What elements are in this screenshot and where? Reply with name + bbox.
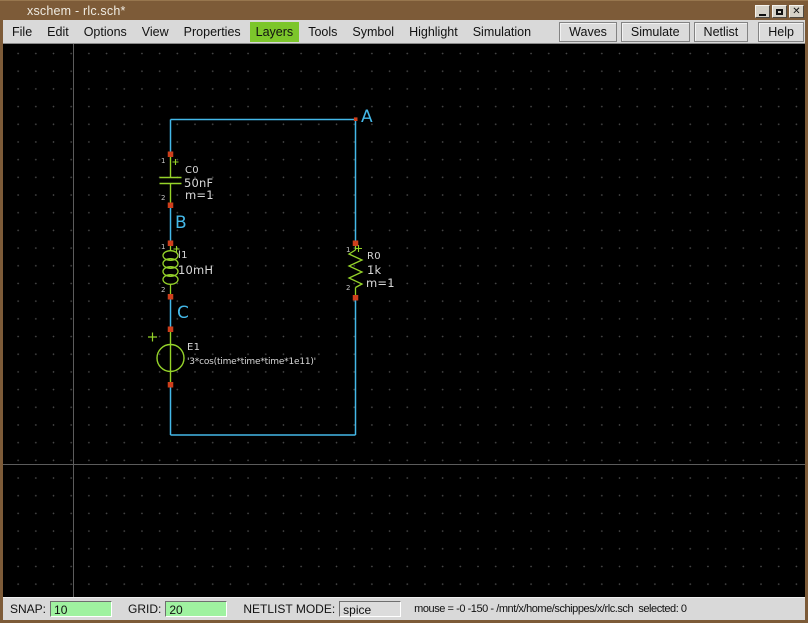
menu-item-options[interactable]: Options xyxy=(78,22,133,42)
inductor-value[interactable]: 10mH xyxy=(178,264,213,277)
resistor-pin2-number: 2 xyxy=(346,284,351,292)
close-icon: ✕ xyxy=(792,5,801,17)
inductor-ref[interactable]: l1 xyxy=(178,251,188,261)
resistor-mult[interactable]: m=1 xyxy=(366,277,395,290)
schematic-drawing xyxy=(3,44,805,597)
menu-item-file[interactable]: File xyxy=(6,22,38,42)
mouse-status-text: mouse = -0 -150 - /mnt/x/home/schippes/x… xyxy=(414,603,687,615)
source-symbol[interactable] xyxy=(148,332,185,382)
window-controls: ✕ xyxy=(755,5,804,18)
net-label-b[interactable]: B xyxy=(175,215,187,232)
plus-icon xyxy=(148,332,157,342)
menu-item-edit[interactable]: Edit xyxy=(41,22,75,42)
schematic-canvas[interactable]: A B C C0 50nF m=1 1 2 l1 10mH 1 2 E1 '3*… xyxy=(3,44,805,597)
resistor-value[interactable]: 1k xyxy=(367,264,381,277)
close-button[interactable]: ✕ xyxy=(789,5,804,18)
netlist-mode-input[interactable]: spice xyxy=(339,601,402,617)
title-bar[interactable]: xschem - rlc.sch* ✕ xyxy=(0,0,808,21)
snap-input[interactable]: 10 xyxy=(50,601,113,617)
netlist-mode-label: NETLIST MODE: xyxy=(243,602,336,616)
capacitor-ref[interactable]: C0 xyxy=(185,166,199,176)
menu-item-tools[interactable]: Tools xyxy=(302,22,343,42)
minimize-button[interactable] xyxy=(755,5,770,18)
menu-item-properties[interactable]: Properties xyxy=(178,22,247,42)
grid-input[interactable]: 20 xyxy=(165,601,228,617)
xschem-window: xschem - rlc.sch* ✕ File Edit Options Vi… xyxy=(0,0,808,623)
capacitor-pin1-number: 1 xyxy=(161,157,166,165)
menu-item-highlight[interactable]: Highlight xyxy=(403,22,464,42)
net-label-a[interactable]: A xyxy=(361,109,373,126)
net-label-c[interactable]: C xyxy=(177,305,189,322)
netlist-button[interactable]: Netlist xyxy=(693,21,749,42)
waves-button[interactable]: Waves xyxy=(559,21,617,42)
menu-item-symbol[interactable]: Symbol xyxy=(346,22,400,42)
maximize-icon xyxy=(776,8,783,15)
menu-item-layers[interactable]: Layers xyxy=(249,21,300,42)
plus-icon xyxy=(172,159,179,165)
inductor-pin2-number: 2 xyxy=(161,286,166,294)
status-bar: SNAP: 10 GRID: 20 NETLIST MODE: spice mo… xyxy=(3,597,805,620)
snap-label: SNAP: xyxy=(10,602,47,616)
resistor-ref[interactable]: R0 xyxy=(367,252,381,262)
inductor-pin1-number: 1 xyxy=(161,243,166,251)
simulate-button[interactable]: Simulate xyxy=(620,21,690,42)
menu-item-view[interactable]: View xyxy=(136,22,175,42)
menu-bar: File Edit Options View Properties Layers… xyxy=(3,20,805,44)
resistor-pin1-number: 1 xyxy=(346,246,351,254)
capacitor-mult[interactable]: m=1 xyxy=(185,189,214,202)
resistor-symbol[interactable] xyxy=(347,245,364,295)
grid-label: GRID: xyxy=(128,602,162,616)
window-title: xschem - rlc.sch* xyxy=(27,4,126,18)
minimize-icon xyxy=(759,14,766,16)
label-attach-marker xyxy=(353,117,358,121)
maximize-button[interactable] xyxy=(772,5,787,18)
menu-item-simulation[interactable]: Simulation xyxy=(467,22,537,42)
help-button[interactable]: Help xyxy=(758,21,804,42)
source-ref[interactable]: E1 xyxy=(187,343,200,353)
capacitor-pin2-number: 2 xyxy=(161,194,166,202)
origin-axes xyxy=(3,44,805,597)
source-value[interactable]: '3*cos(time*time*time*1e11)' xyxy=(187,358,316,367)
